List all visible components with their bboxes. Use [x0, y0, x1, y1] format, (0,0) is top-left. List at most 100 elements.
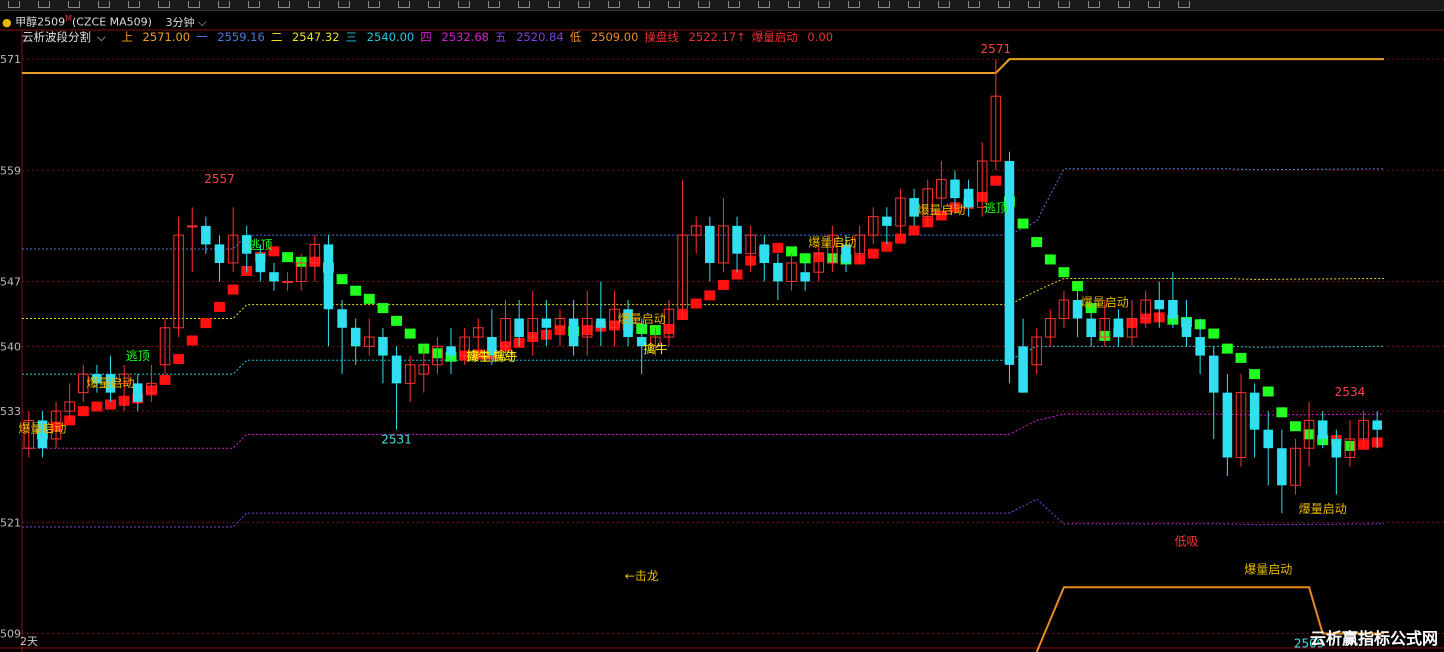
chart-annotation: 擒牛 — [466, 348, 490, 363]
chart-annotation: 逃顶 — [248, 238, 272, 252]
candle-body — [282, 280, 293, 283]
y-tick-label: 559 — [0, 164, 21, 177]
ma-ribbon-segment — [690, 298, 702, 309]
candle-body — [1154, 299, 1165, 310]
ma-ribbon-segment — [173, 354, 185, 365]
candlestick-chart[interactable]: 5095215335405475595712557253125712509253… — [0, 0, 1444, 652]
chart-annotation: 爆量启动 — [808, 235, 856, 249]
candle-body — [705, 225, 715, 263]
ma-ribbon-segment — [186, 335, 198, 346]
candle-body — [1277, 448, 1287, 486]
ma-ribbon-segment — [214, 301, 225, 312]
ma-ribbon-segment — [91, 401, 103, 412]
chart-annotation: 擒牛 — [494, 348, 518, 363]
watermark: 云析赢指标公式网 — [1309, 629, 1438, 648]
candle-body — [337, 309, 347, 328]
chart-annotation: 爆量启动 — [87, 376, 135, 390]
chart-annotation: 爆量启动 — [618, 312, 666, 326]
ma-ribbon-segment — [1044, 254, 1056, 265]
band-line-四 — [22, 413, 1385, 449]
y-tick-label: 547 — [0, 275, 21, 288]
ma-ribbon-segment — [799, 253, 811, 264]
chart-annotation: 爆量启动 — [917, 203, 965, 217]
y-tick-label: 533 — [0, 405, 21, 418]
candle-body — [186, 225, 198, 228]
candle-body — [255, 253, 266, 273]
chart-annotation: ←击龙 — [625, 569, 659, 583]
ma-ribbon-segment — [772, 242, 784, 253]
chart-annotation: 2531 — [381, 433, 412, 447]
ma-ribbon-segment — [1235, 352, 1247, 363]
candle-body — [1181, 318, 1192, 338]
candle-body — [391, 355, 402, 384]
candle-body — [882, 216, 892, 226]
candle-body — [568, 318, 579, 347]
candle-body — [378, 337, 388, 356]
ma-ribbon-segment — [704, 290, 716, 301]
upper-band-line — [22, 58, 1384, 75]
y-tick-label: 521 — [0, 516, 21, 529]
ma-ribbon-segment — [391, 315, 402, 326]
ma-ribbon-segment — [1058, 267, 1070, 278]
candle-body — [1249, 392, 1260, 430]
candle-body — [1168, 299, 1178, 319]
ma-ribbon-segment — [1290, 421, 1301, 432]
chart-annotation: 2571 — [981, 42, 1012, 56]
ma-ribbon-segment — [336, 274, 348, 285]
candle-body — [1086, 318, 1096, 338]
chart-annotation: 爆量启动 — [18, 421, 66, 435]
chart-annotation: 爆量启动 — [1244, 562, 1292, 576]
ma-ribbon-segment — [1262, 386, 1274, 397]
y-tick-label: 540 — [0, 340, 21, 353]
ma-ribbon-segment — [1276, 407, 1288, 418]
ma-ribbon-segment — [1208, 328, 1220, 339]
ma-ribbon-segment — [282, 252, 294, 263]
ma-ribbon-segment — [908, 225, 920, 236]
candle-body — [214, 244, 225, 263]
ma-ribbon-segment — [1221, 343, 1233, 354]
chart-annotation: 擒牛 — [643, 341, 667, 356]
candle-body — [1004, 161, 1015, 365]
candle-body — [350, 327, 361, 347]
ma-ribbon-segment — [77, 406, 89, 417]
ma-ribbon-segment — [404, 328, 416, 339]
ma-ribbon-segment — [377, 303, 389, 314]
chart-annotation: 2557 — [204, 172, 235, 186]
chart-annotation: 逃顶 — [984, 201, 1008, 215]
candle-body — [541, 318, 552, 328]
candle-body — [1113, 318, 1124, 338]
candle-body — [773, 262, 783, 282]
candle-body — [269, 272, 279, 282]
ma-ribbon-segment — [1017, 218, 1029, 229]
ma-ribbon-segment — [1031, 237, 1043, 248]
candle-body — [1195, 337, 1205, 356]
ma-ribbon-segment — [227, 284, 239, 295]
chart-annotation: 低吸 — [1175, 535, 1199, 549]
candle-body — [201, 225, 211, 245]
candle-body — [759, 244, 770, 263]
candle-body — [1263, 429, 1273, 449]
band-line-三 — [22, 345, 1385, 375]
candle-body — [1208, 355, 1219, 393]
ma-ribbon-segment — [159, 374, 171, 385]
chart-annotation: 2534 — [1335, 385, 1366, 399]
chart-annotation: 爆量启动 — [1299, 502, 1347, 516]
ma-ribbon-segment — [363, 293, 375, 304]
candle-body — [732, 225, 742, 254]
days-label: 2天 — [20, 635, 38, 648]
y-tick-label: 571 — [0, 53, 21, 66]
band-line-二 — [22, 278, 1385, 320]
ma-ribbon-segment — [717, 279, 729, 290]
ma-ribbon-segment — [990, 175, 1002, 186]
ma-ribbon-segment — [1072, 281, 1083, 292]
ma-ribbon-segment — [867, 248, 879, 259]
candle-body — [514, 318, 524, 338]
candle-body — [800, 272, 810, 282]
candle-body — [1018, 346, 1028, 393]
candle-body — [446, 346, 456, 356]
candle-body — [596, 318, 606, 328]
candle-body — [1317, 420, 1328, 439]
candle-body — [1222, 392, 1233, 458]
ma-ribbon-segment — [1249, 369, 1261, 380]
candle-body — [323, 244, 334, 310]
